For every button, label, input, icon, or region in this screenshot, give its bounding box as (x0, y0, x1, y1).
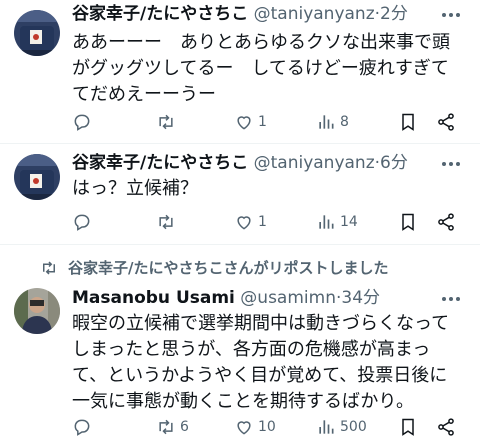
author-name[interactable]: 谷家幸子/たにやさちこ (72, 4, 248, 24)
tweet-header: 谷家幸子/たにやさちこ @taniyanyanz·6分 (72, 152, 408, 174)
reply-button[interactable] (72, 210, 92, 234)
tweet-time[interactable]: 2分 (380, 4, 408, 24)
tweet-text: はっ？立候補？ (72, 178, 198, 199)
retweet-icon (159, 214, 173, 230)
views-button[interactable]: 500 (316, 415, 367, 439)
tweet-actions: 1 8 (72, 110, 472, 134)
share-button[interactable] (436, 110, 456, 134)
like-count: 10 (258, 419, 276, 435)
more-options-icon[interactable] (440, 289, 462, 309)
tweet-1[interactable]: 谷家幸子/たにやさちこ @taniyanyanz·2分 ああーーー ありとあらゆ… (0, 0, 480, 143)
like-count: 1 (258, 114, 267, 130)
like-button[interactable]: 1 (234, 110, 267, 134)
author-name[interactable]: Masanobu Usami (72, 288, 235, 308)
tweet-time[interactable]: 6分 (380, 153, 408, 173)
tweet-header: 谷家幸子/たにやさちこ @taniyanyanz·2分 (72, 3, 408, 25)
divider (0, 244, 480, 245)
views-button[interactable]: 14 (316, 210, 358, 234)
bookmark-icon (402, 113, 414, 131)
heart-icon (237, 116, 251, 130)
like-button[interactable]: 1 (234, 210, 267, 234)
repost-icon (43, 260, 55, 275)
retweet-button[interactable] (156, 110, 176, 134)
share-icon (438, 418, 454, 436)
retweet-button[interactable] (156, 210, 176, 234)
author-handle[interactable]: @taniyanyanz (254, 4, 375, 24)
share-button[interactable] (436, 210, 456, 234)
repost-label: 谷家幸子/たにやさちこさんがリポストしました (68, 259, 389, 277)
author-name[interactable]: 谷家幸子/たにやさちこ (72, 153, 248, 173)
tweet-text: 暇空の立候補で選挙期間中は動きづらくなって しまったと思うが、各方面の危機感が高… (72, 313, 450, 412)
retweet-count: 6 (180, 419, 189, 435)
more-options-icon[interactable] (440, 5, 462, 25)
reply-icon (74, 114, 90, 131)
reply-icon (74, 419, 90, 436)
like-count: 1 (258, 214, 267, 230)
views-count: 14 (340, 214, 358, 230)
views-count: 500 (340, 419, 367, 435)
avatar[interactable] (14, 154, 60, 200)
views-chart-icon (319, 215, 334, 229)
tweet-actions: 6 10 500 (72, 415, 472, 439)
heart-icon (237, 216, 251, 230)
author-handle[interactable]: @taniyanyanz (254, 153, 375, 173)
reply-button[interactable] (72, 415, 92, 439)
reply-icon (74, 214, 90, 231)
tweet-text: ああーーー ありとあらゆるクソな出来事で頭 がグッグツしてるー してるけどー疲れ… (72, 32, 450, 105)
bookmark-icon (402, 418, 414, 436)
author-handle[interactable]: @usamimn (240, 288, 336, 308)
repost-context[interactable]: 谷家幸子/たにやさちこさんがリポストしました (40, 257, 388, 278)
tweet-actions: 1 14 (72, 210, 472, 234)
share-icon (438, 113, 454, 131)
bookmark-icon (402, 213, 414, 231)
share-icon (438, 213, 454, 231)
tweet-header: Masanobu Usami @usamimn·34分 (72, 287, 380, 309)
like-button[interactable]: 10 (234, 415, 276, 439)
tweet-2[interactable]: 谷家幸子/たにやさちこ @taniyanyanz·6分 はっ？立候補？ 1 14 (0, 144, 480, 244)
bookmark-button[interactable] (398, 210, 418, 234)
retweet-icon (159, 114, 173, 130)
share-button[interactable] (436, 415, 456, 439)
more-options-icon[interactable] (440, 154, 462, 174)
avatar[interactable] (14, 288, 60, 334)
views-chart-icon (319, 420, 334, 434)
avatar[interactable] (14, 10, 60, 56)
retweet-button[interactable]: 6 (156, 415, 189, 439)
views-button[interactable]: 8 (316, 110, 349, 134)
views-chart-icon (319, 115, 334, 129)
bookmark-button[interactable] (398, 110, 418, 134)
tweet-3[interactable]: Masanobu Usami @usamimn·34分 暇空の立候補で選挙期間中… (0, 280, 480, 440)
tweet-time[interactable]: 34分 (341, 288, 380, 308)
retweet-icon (159, 419, 173, 435)
views-count: 8 (340, 114, 349, 130)
heart-icon (237, 421, 251, 435)
reply-button[interactable] (72, 110, 92, 134)
bookmark-button[interactable] (398, 415, 418, 439)
